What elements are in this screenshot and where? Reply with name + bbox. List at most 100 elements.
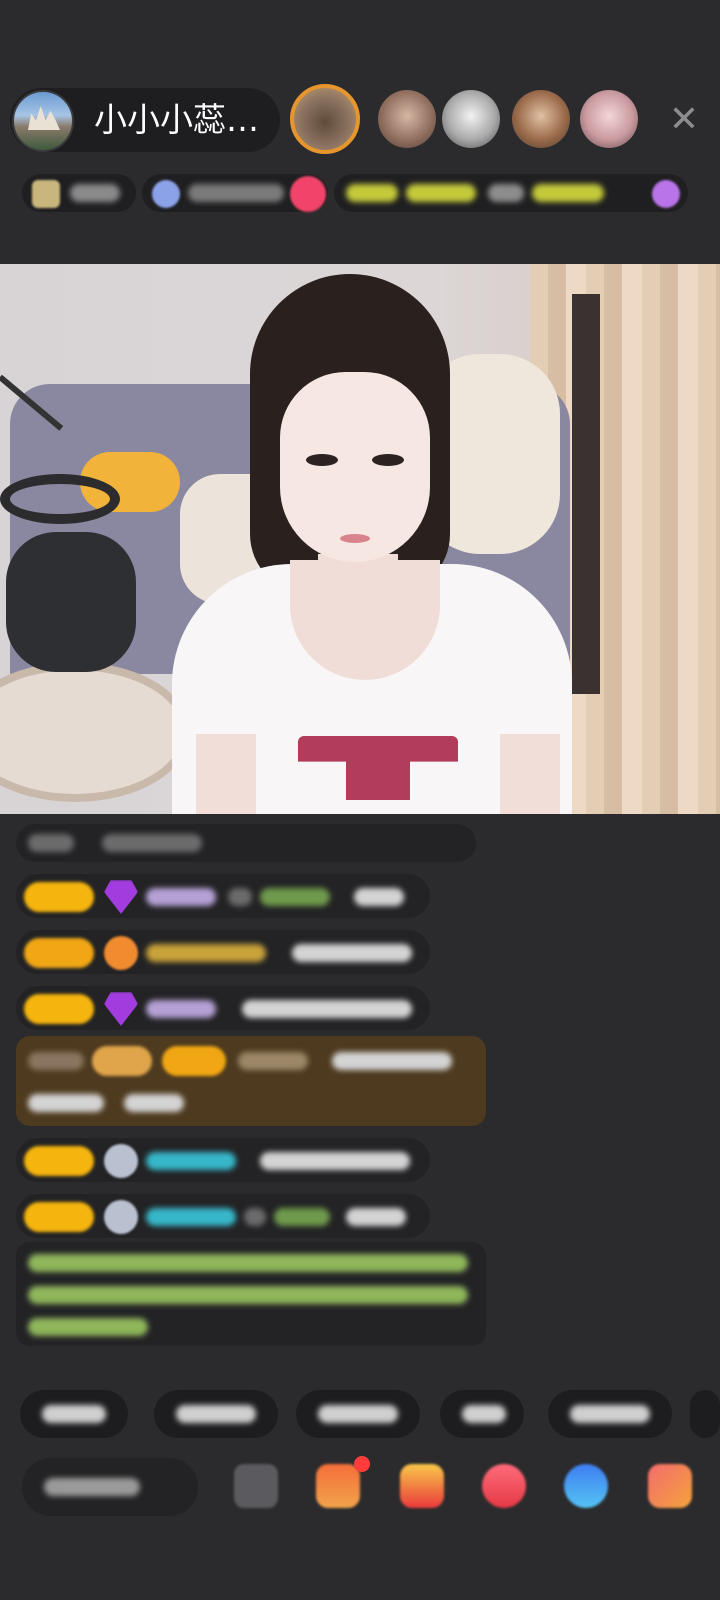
bottom-toolbar [0, 1454, 720, 1524]
task-text [406, 184, 476, 202]
chat-username[interactable] [146, 1152, 236, 1170]
chat-username[interactable] [238, 1052, 308, 1070]
chat-text [244, 1208, 266, 1226]
chat-message[interactable] [16, 874, 430, 918]
level-badge [24, 1146, 94, 1176]
chat-username[interactable] [146, 1208, 236, 1226]
gem-icon [104, 880, 138, 914]
info-strip [22, 170, 688, 216]
chip-label [42, 1405, 106, 1423]
host-avatar[interactable] [12, 90, 74, 152]
chat-text [260, 1152, 410, 1170]
viewer-avatar[interactable] [512, 90, 570, 148]
video-microphone [6, 532, 136, 672]
host-name[interactable]: 小小小蕊… [94, 100, 259, 140]
chat-message[interactable] [16, 1194, 430, 1238]
chip-label [318, 1405, 398, 1423]
quick-reply-chip[interactable] [154, 1390, 278, 1438]
chip-label [462, 1405, 506, 1423]
chat-username[interactable] [274, 1208, 330, 1226]
streamer-lips [340, 534, 370, 543]
video-shadow [572, 294, 600, 694]
level-badge [24, 994, 94, 1024]
quick-reply-chip[interactable] [20, 1390, 128, 1438]
streamer-arm [196, 734, 256, 814]
level-badge [24, 882, 94, 912]
chat-username[interactable] [146, 1000, 216, 1018]
viewer-avatar[interactable] [580, 90, 638, 148]
chat-text [28, 834, 74, 852]
notice-text [28, 1286, 468, 1304]
chat-message[interactable] [16, 824, 476, 862]
rank-icon [32, 180, 60, 208]
video-mic-mount [0, 474, 120, 524]
notice-text [28, 1318, 148, 1336]
viewer-avatar[interactable] [442, 90, 500, 148]
rank-text [70, 184, 120, 202]
chat-text [332, 1052, 452, 1070]
chat-text [346, 1208, 406, 1226]
gem-icon [104, 992, 138, 1026]
chat-text [354, 888, 404, 906]
chip-label [570, 1405, 650, 1423]
hot-icon [152, 180, 180, 208]
quick-reply-row [20, 1390, 720, 1440]
live-video[interactable] [0, 264, 720, 814]
user-avatar[interactable] [104, 1200, 138, 1234]
share-icon[interactable] [234, 1464, 278, 1508]
chat-input[interactable] [22, 1458, 198, 1516]
chat-bubble-icon[interactable] [564, 1464, 608, 1508]
close-icon[interactable]: ✕ [666, 102, 702, 138]
chat-text [28, 1094, 104, 1112]
badge-icon [104, 936, 138, 970]
chat-text [228, 888, 252, 906]
task-text [532, 184, 604, 202]
live-header: 小小小蕊… ✕ [10, 84, 710, 156]
hot-chip[interactable] [142, 174, 328, 212]
user-avatar[interactable] [104, 1144, 138, 1178]
gift-box-icon[interactable] [316, 1464, 360, 1508]
level-badge [24, 938, 94, 968]
heart-icon [290, 176, 326, 212]
chat-message[interactable] [16, 986, 430, 1030]
streamer-eye [372, 454, 404, 466]
chat-input-placeholder [44, 1478, 140, 1496]
chat-text [242, 1000, 412, 1018]
top-viewers [290, 84, 650, 156]
red-packet-icon[interactable] [400, 1464, 444, 1508]
chat-text [292, 944, 412, 962]
host-info[interactable]: 小小小蕊… [10, 88, 280, 152]
notice-text [28, 1254, 468, 1272]
quick-reply-chip[interactable] [548, 1390, 672, 1438]
chip-label [176, 1405, 256, 1423]
quick-reply-chip[interactable] [690, 1390, 720, 1438]
rank-chip[interactable] [22, 174, 136, 212]
level-badge [24, 1202, 94, 1232]
level-badge [92, 1046, 152, 1076]
viewer-avatar[interactable] [378, 90, 436, 148]
heart-icon[interactable] [482, 1464, 526, 1508]
chat-username[interactable] [260, 888, 330, 906]
chat-message[interactable] [16, 930, 430, 974]
streamer-arm [500, 734, 560, 814]
chat-text [102, 834, 202, 852]
chat-message[interactable] [16, 1138, 430, 1182]
chat-text [28, 1052, 84, 1070]
task-text [346, 184, 398, 202]
task-chip[interactable] [334, 174, 688, 212]
notice-message [16, 1242, 486, 1346]
gift-icon[interactable] [648, 1464, 692, 1508]
system-message[interactable] [16, 1036, 486, 1126]
chat-username[interactable] [146, 944, 266, 962]
task-text [488, 184, 524, 202]
streamer-eye [306, 454, 338, 466]
task-icon [652, 180, 680, 208]
level-badge [162, 1046, 226, 1076]
chat-username[interactable] [146, 888, 216, 906]
quick-reply-chip[interactable] [440, 1390, 524, 1438]
viewer-avatar[interactable] [290, 84, 360, 154]
notification-dot [354, 1456, 370, 1472]
chat-text [124, 1094, 184, 1112]
quick-reply-chip[interactable] [296, 1390, 420, 1438]
hot-text [188, 184, 284, 202]
